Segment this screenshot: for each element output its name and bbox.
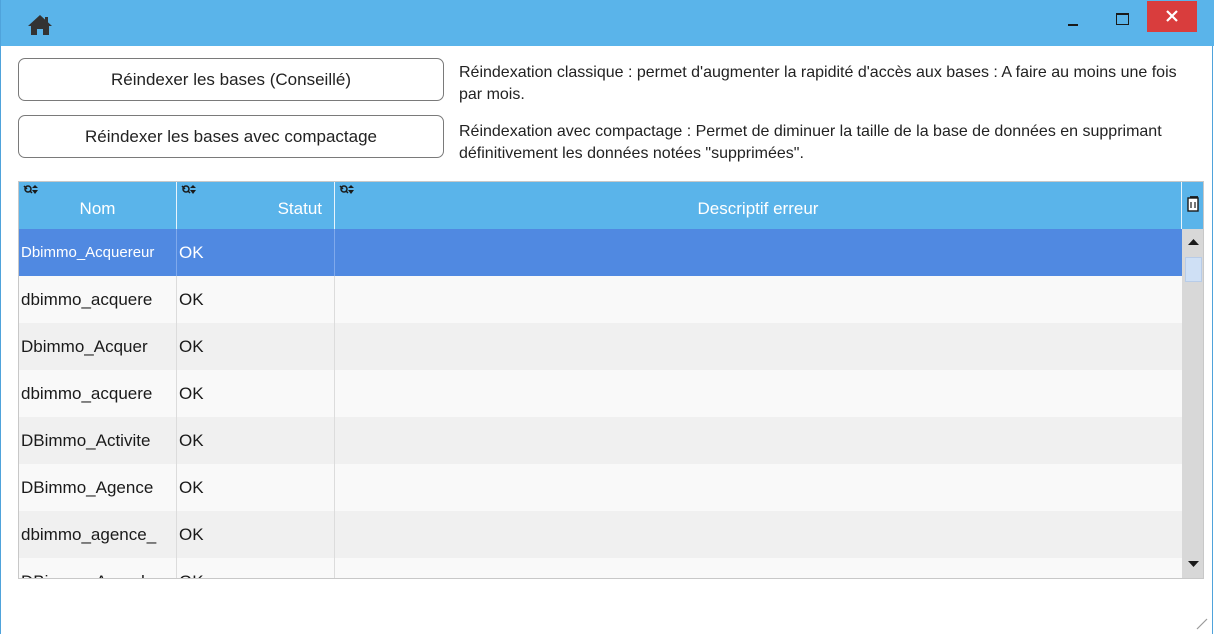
table-row[interactable]: Dbimmo_Acquer OK [19, 323, 1182, 370]
scroll-down-arrow-icon[interactable] [1182, 553, 1204, 575]
cell-name: DBimmo_Activite [19, 417, 177, 464]
column-config-button[interactable] [1182, 182, 1203, 229]
cell-name: Dbimmo_Acquereur [19, 229, 177, 276]
reindex-compact-description: Réindexation avec compactage : Permet de… [459, 123, 1162, 162]
cell-status: OK [177, 370, 335, 417]
cell-name: dbimmo_acquere [19, 276, 177, 323]
column-config-icon [1187, 196, 1199, 212]
column-header-name[interactable]: Nom [19, 182, 177, 229]
sort-search-icon[interactable] [23, 184, 39, 196]
cell-name: dbimmo_agence_ [19, 511, 177, 558]
scrollbar-thumb[interactable] [1185, 257, 1202, 282]
cell-error [335, 417, 1182, 464]
column-header-status[interactable]: Statut [177, 182, 335, 229]
cell-error [335, 511, 1182, 558]
table-row[interactable]: dbimmo_acquere OK [19, 370, 1182, 417]
cell-name: DBimmo_Agend [19, 558, 177, 578]
table-row[interactable]: dbimmo_agence_ OK [19, 511, 1182, 558]
reindex-classic-description: Réindexation classique : permet d'augmen… [459, 64, 1177, 103]
cell-error [335, 558, 1182, 578]
cell-status: OK [177, 323, 335, 370]
column-header-error[interactable]: Descriptif erreur [335, 182, 1182, 229]
column-header-label: Descriptif erreur [697, 199, 819, 218]
cell-error [335, 276, 1182, 323]
cell-error [335, 229, 1182, 276]
reindex-compact-button[interactable]: Réindexer les bases avec compactage [18, 115, 444, 158]
table-row[interactable]: DBimmo_Agence OK [19, 464, 1182, 511]
sort-search-icon[interactable] [339, 184, 355, 196]
close-button[interactable] [1147, 1, 1197, 32]
maximize-button[interactable] [1101, 4, 1145, 34]
table-row[interactable]: DBimmo_Activite OK [19, 417, 1182, 464]
cell-status: OK [177, 464, 335, 511]
cell-status: OK [177, 558, 335, 578]
resize-grip-icon[interactable] [1196, 618, 1208, 630]
home-icon[interactable] [27, 14, 53, 36]
cell-error [335, 323, 1182, 370]
cell-name: DBimmo_Agence [19, 464, 177, 511]
table-row[interactable]: DBimmo_Agend OK [19, 558, 1182, 578]
cell-status: OK [177, 229, 335, 276]
table-body: Dbimmo_Acquereur OK dbimmo_acquere OK Db… [19, 229, 1182, 578]
cell-status: OK [177, 417, 335, 464]
vertical-scrollbar[interactable] [1182, 229, 1204, 578]
column-header-label: Nom [79, 199, 116, 218]
close-icon [1166, 10, 1178, 22]
column-header-label: Statut [277, 199, 322, 218]
reindex-classic-button[interactable]: Réindexer les bases (Conseillé) [18, 58, 444, 101]
cell-name: dbimmo_acquere [19, 370, 177, 417]
table-row[interactable]: dbimmo_acquere OK [19, 276, 1182, 323]
scroll-up-arrow-icon[interactable] [1182, 231, 1204, 253]
sort-search-icon[interactable] [181, 184, 197, 196]
cell-status: OK [177, 276, 335, 323]
databases-table: Nom Statut Descriptif erreur Dbimmo_Acqu… [18, 181, 1204, 579]
cell-name: Dbimmo_Acquer [19, 323, 177, 370]
cell-status: OK [177, 511, 335, 558]
minimize-button[interactable] [1051, 4, 1095, 34]
cell-error [335, 370, 1182, 417]
app-window: Réindexer les bases (Conseillé) Réindexa… [0, 0, 1214, 634]
table-row[interactable]: Dbimmo_Acquereur OK [19, 229, 1182, 276]
table-header: Nom Statut Descriptif erreur [19, 182, 1203, 229]
title-bar[interactable] [1, 0, 1214, 46]
cell-error [335, 464, 1182, 511]
